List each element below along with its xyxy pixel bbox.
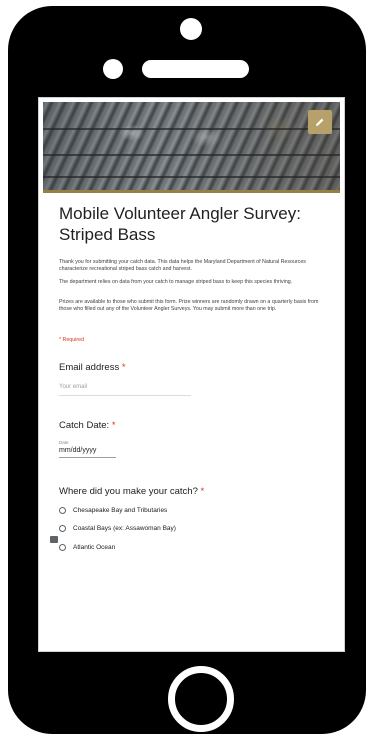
email-label-text: Email address <box>59 362 120 373</box>
feedback-icon[interactable] <box>50 536 58 543</box>
radio-button[interactable] <box>59 524 66 532</box>
required-star: * <box>200 486 205 497</box>
option-chesapeake[interactable]: Chesapeake Bay and Tributaries <box>59 505 167 515</box>
form-title: Mobile Volunteer Angler Survey: Striped … <box>59 204 301 244</box>
front-camera-icon <box>180 18 202 40</box>
date-sub-label: Date <box>59 440 69 445</box>
radio-button[interactable] <box>59 543 66 551</box>
sensor-icon <box>103 59 123 79</box>
required-note: * Required <box>59 337 85 343</box>
required-star: * <box>111 420 116 431</box>
header-image <box>43 102 340 190</box>
speaker-grille-icon <box>142 60 249 78</box>
accent-bar <box>43 190 340 193</box>
option-label: Atlantic Ocean <box>73 543 116 551</box>
location-question-label: Where did you make your catch? * <box>59 486 204 497</box>
catch-date-question-label: Catch Date: * <box>59 420 116 431</box>
required-star: * <box>121 362 126 373</box>
catch-date-label-text: Catch Date: <box>59 420 110 431</box>
email-question-label: Email address * <box>59 362 126 373</box>
email-placeholder: Your email <box>59 384 88 390</box>
option-coastal-bays[interactable]: Coastal Bays (ex: Assawoman Bay) <box>59 523 176 533</box>
option-atlantic-ocean[interactable]: Atlantic Ocean <box>59 542 115 552</box>
form-description-3: Prizes are available to those who submit… <box>59 299 319 312</box>
form-description-1: Thank you for submitting your catch data… <box>59 259 306 272</box>
radio-button[interactable] <box>59 506 66 514</box>
form-description-2: The department relies on data from your … <box>59 279 293 285</box>
form-screen: Mobile Volunteer Angler Survey: Striped … <box>38 97 345 652</box>
edit-button[interactable] <box>308 110 332 134</box>
pencil-icon <box>316 118 324 126</box>
catch-date-input[interactable]: mm/dd/yyyy <box>59 447 116 458</box>
option-label: Coastal Bays (ex: Assawoman Bay) <box>73 524 176 532</box>
email-field[interactable]: Your email <box>59 384 191 396</box>
home-button[interactable] <box>168 666 234 732</box>
option-label: Chesapeake Bay and Tributaries <box>73 506 168 514</box>
location-label-text: Where did you make your catch? <box>59 486 198 497</box>
